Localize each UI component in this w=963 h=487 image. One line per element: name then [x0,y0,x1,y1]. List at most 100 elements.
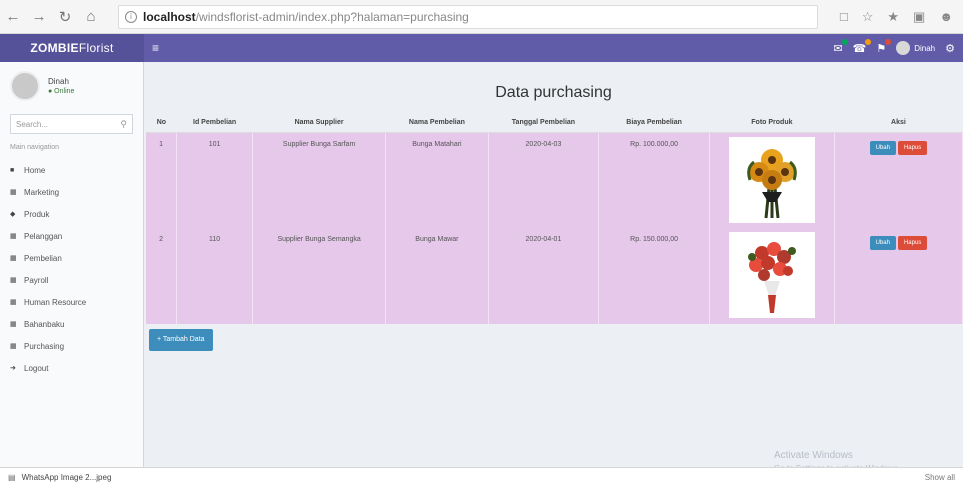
sidebar-item-human-resource[interactable]: ▦ Human Resource [0,291,143,313]
th-icon: ▦ [10,343,17,350]
home-icon[interactable]: ⌂ [78,4,104,30]
app-header: ZOMBIE Florist ≡ ✉ ☎ ⚑ Dinah ⚙ [0,34,963,62]
cell-aksi: Ubah Hapus [834,132,963,228]
sidebar-item-label: Logout [24,363,49,373]
sidebar-item-label: Bahanbaku [24,319,65,329]
sidebar-item-label: Marketing [24,187,60,197]
th-icon: ▦ [10,321,17,328]
forward-icon[interactable]: → [26,4,52,30]
search-input[interactable]: Search... ⚲ [10,114,133,134]
profile-icon[interactable]: ☻ [939,9,953,25]
sidebar: Dinah ● Online Search... ⚲ Main navigati… [0,62,144,467]
sidebar-item-purchasing[interactable]: ▦ Purchasing [0,335,143,357]
avatar [10,71,40,101]
reader-icon[interactable]: □ [840,9,848,25]
favorites-bar-icon[interactable]: ★ [887,9,899,25]
cell-foto [709,228,835,324]
cell-no: 2 [146,228,178,324]
sidebar-item-bahanbaku[interactable]: ▦ Bahanbaku [0,313,143,335]
favorite-icon[interactable]: ☆ [862,9,874,25]
home-icon: ■ [10,166,15,174]
column-header: No [146,114,177,133]
cell-id: 101 [176,132,254,228]
tasks-icon[interactable]: ⚑ [876,38,892,55]
cell-biaya: Rp. 150.000,00 [598,228,710,324]
user-name: Dinah [48,77,69,86]
sidebar-toggle-icon[interactable]: ≡ [152,41,159,55]
th-icon: ▦ [10,299,17,306]
delete-button[interactable]: Hapus [897,236,928,250]
column-header: Nama Supplier [252,114,386,133]
search-placeholder: Search... [16,119,49,129]
edit-button[interactable]: Ubah [869,236,896,250]
collections-icon[interactable]: ▣ [913,9,925,25]
column-header: Aksi [834,114,963,133]
back-icon[interactable]: ← [0,4,26,30]
show-all-button[interactable]: Show all [925,473,955,482]
sidebar-item-label: Human Resource [24,297,87,307]
sidebar-item-label: Produk [24,209,50,219]
menu-header: Main navigation [10,144,60,151]
sidebar-item-logout[interactable]: ➜ Logout [0,357,143,379]
th-icon: ▦ [10,277,17,284]
download-file-name[interactable]: WhatsApp Image 2...jpeg [22,473,112,482]
cell-nama: Bunga Matahari [385,132,489,228]
url-host: localhost [143,9,196,24]
cell-supplier: Supplier Bunga Semangka [252,228,387,324]
column-header: Nama Pembelian [385,114,489,133]
table-row: 2 110 Supplier Bunga Semangka Bunga Mawa… [146,228,963,324]
download-bar: ▤ WhatsApp Image 2...jpeg Show all [0,467,963,487]
purchasing-table: No Id Pembelian Nama Supplier Nama Pembe… [146,114,963,324]
sidebar-item-produk[interactable]: ◆ Produk [0,203,143,225]
column-header: Foto Produk [709,114,835,133]
cell-tanggal: 2020-04-03 [488,132,600,228]
sidebar-item-label: Purchasing [24,341,65,351]
watermark-title: Activate Windows [774,450,853,461]
column-header: Id Pembelian [176,114,253,133]
sidebar-item-home[interactable]: ■ Home [0,159,143,181]
main-content: Data purchasing No Id Pembelian Nama Sup… [144,62,963,473]
table-row: 1 101 Supplier Bunga Sarfam Bunga Mataha… [146,132,963,228]
cell-aksi: Ubah Hapus [834,228,963,324]
column-header: Biaya Pembelian [598,114,710,133]
sidebar-item-label: Pembelian [24,253,62,263]
cell-no: 1 [146,132,178,228]
product-photo [728,136,815,223]
user-status: ● Online [48,88,75,95]
page-title: Data purchasing [495,84,612,101]
th-icon: ▦ [10,233,17,240]
sunflower-bouquet-image [747,148,797,218]
product-photo [728,232,815,318]
cell-foto [709,132,835,228]
user-menu[interactable]: Dinah [896,41,935,55]
reload-icon[interactable]: ↻ [52,4,78,30]
sidebar-item-payroll[interactable]: ▦ Payroll [0,269,143,291]
cell-tanggal: 2020-04-01 [488,228,600,324]
table-header-row: No Id Pembelian Nama Supplier Nama Pembe… [146,114,963,133]
th-icon: ▦ [10,255,17,262]
user-name-small: Dinah [914,43,936,53]
edit-button[interactable]: Ubah [869,140,896,155]
sidebar-item-marketing[interactable]: ▦ Marketing [0,181,143,203]
url-path: /windsflorist-admin/index.php?halaman=pu… [195,9,469,24]
notifications-icon[interactable]: ☎ [853,38,872,55]
cell-biaya: Rp. 100.000,00 [598,132,710,228]
app-logo[interactable]: ZOMBIE Florist [0,34,144,62]
avatar [896,41,911,55]
delete-button[interactable]: Hapus [897,140,928,155]
address-bar[interactable]: i localhost /windsflorist-admin/index.ph… [118,4,818,29]
add-data-button[interactable]: + Tambah Data [149,329,213,351]
sidebar-item-label: Pelanggan [24,231,63,241]
cell-id: 110 [176,228,254,324]
sidebar-item-pembelian[interactable]: ▦ Pembelian [0,247,143,269]
settings-icon[interactable]: ⚙ [945,42,955,55]
cell-supplier: Supplier Bunga Sarfam [252,132,387,228]
site-info-icon[interactable]: i [125,10,137,23]
logo-light: Florist [78,41,114,55]
messages-icon[interactable]: ✉ [833,38,848,55]
sidebar-item-pelanggan[interactable]: ▦ Pelanggan [0,225,143,247]
sidebar-item-label: Payroll [24,275,49,285]
th-icon: ▦ [10,189,17,196]
user-panel: Dinah ● Online [0,62,143,110]
search-icon[interactable]: ⚲ [120,119,127,130]
